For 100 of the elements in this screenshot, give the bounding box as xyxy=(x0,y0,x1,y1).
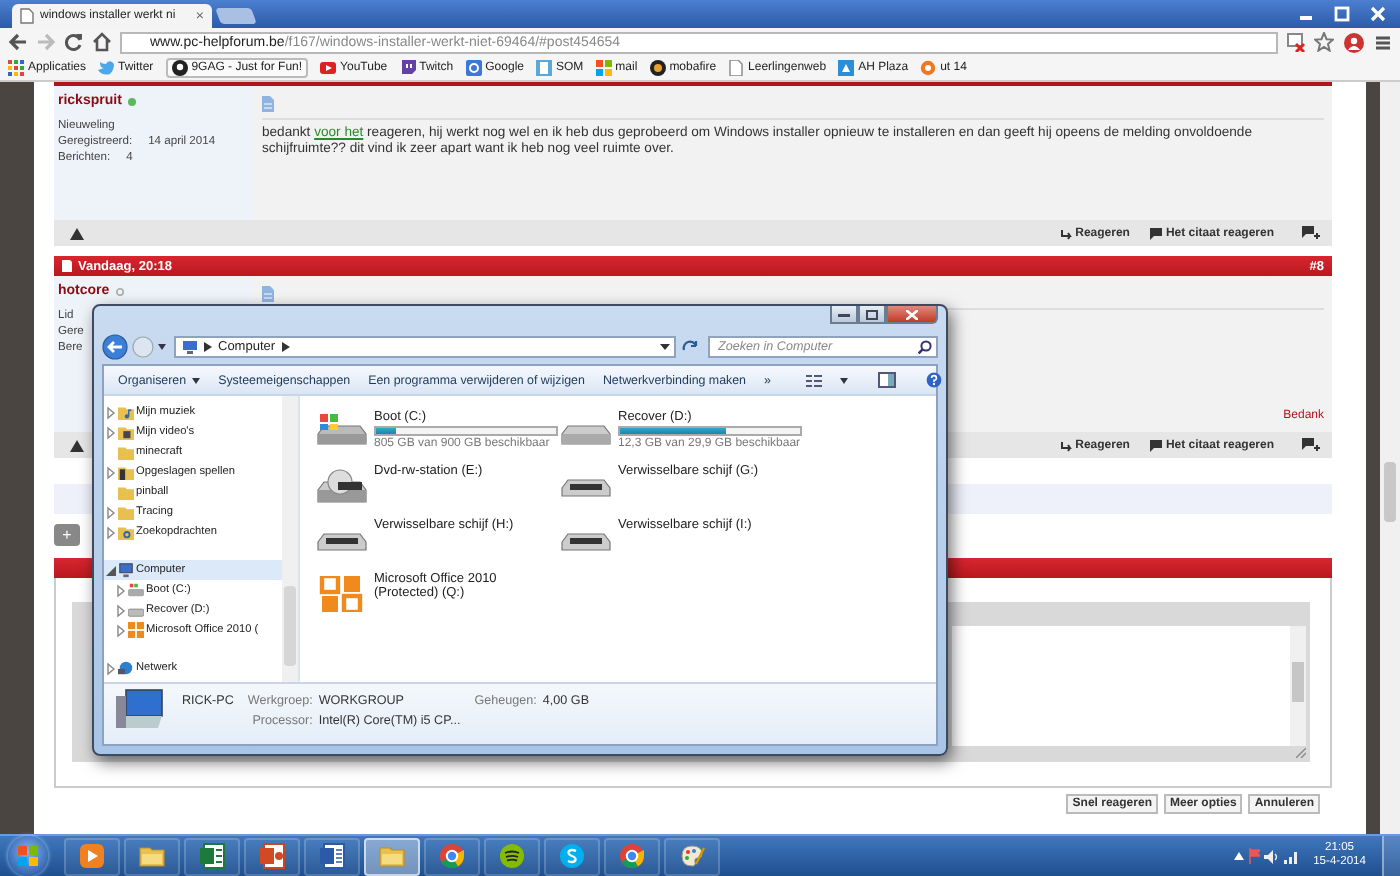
chevron-icon[interactable] xyxy=(204,342,212,352)
preview-pane-icon[interactable] xyxy=(878,372,897,388)
expand-arrow-icon[interactable] xyxy=(116,623,126,637)
document-icon xyxy=(262,96,274,112)
minimize-button[interactable] xyxy=(830,306,858,324)
office-icon xyxy=(128,622,144,638)
document-icon xyxy=(262,286,274,302)
tiles-icon xyxy=(595,60,612,76)
expand-arrow-icon[interactable] xyxy=(106,405,116,419)
browser-icon xyxy=(618,842,646,870)
expand-button[interactable]: + xyxy=(54,523,80,545)
round-logo-icon xyxy=(649,60,666,76)
expand-arrow-icon[interactable] xyxy=(106,465,116,479)
speech-bubble-icon xyxy=(1149,439,1162,451)
spreadsheet-icon xyxy=(198,842,226,870)
taskbar-button[interactable] xyxy=(364,837,420,875)
taskbar-button[interactable] xyxy=(64,837,120,875)
sound-waves-icon xyxy=(498,842,526,870)
taskbar-button[interactable] xyxy=(484,837,540,875)
maximize-icon[interactable] xyxy=(1332,6,1352,22)
music-folder-icon xyxy=(118,404,134,420)
reply-arrow-icon xyxy=(1059,439,1072,451)
maximize-icon xyxy=(866,309,878,319)
expand-arrow-icon[interactable] xyxy=(106,505,116,519)
chevron-icon[interactable] xyxy=(281,342,290,352)
close-button[interactable] xyxy=(886,306,938,324)
bird-icon xyxy=(98,60,115,76)
drive-icon xyxy=(128,582,144,598)
signal-bars-icon[interactable] xyxy=(1283,849,1298,863)
computer-icon xyxy=(182,340,198,354)
scrollbar[interactable] xyxy=(282,396,298,682)
taskbar-button[interactable] xyxy=(304,837,360,875)
browser-icon xyxy=(438,842,466,870)
quote-plus-icon[interactable] xyxy=(1302,226,1320,240)
page-scrollbar[interactable] xyxy=(1380,82,1400,834)
menu-icon[interactable] xyxy=(1374,33,1392,51)
taskbar-button[interactable] xyxy=(244,837,300,875)
taskbar-button[interactable] xyxy=(544,837,600,875)
computer-icon xyxy=(116,688,168,732)
taskbar-button[interactable] xyxy=(664,837,720,875)
expand-arrow-icon[interactable] xyxy=(106,525,116,539)
quote-plus-icon[interactable] xyxy=(1302,438,1320,452)
message-input-field[interactable] xyxy=(952,626,1306,746)
back-button-icon[interactable] xyxy=(102,334,128,360)
chat-icon xyxy=(558,842,586,870)
taskbar-button[interactable] xyxy=(424,837,480,875)
search-icon[interactable] xyxy=(918,340,932,354)
collapse-arrow-icon[interactable] xyxy=(106,563,116,577)
search-folder-icon xyxy=(118,524,134,540)
new-tab-button[interactable] xyxy=(215,8,257,24)
close-icon xyxy=(906,309,918,319)
expand-arrow-icon[interactable] xyxy=(116,583,126,597)
minimize-icon xyxy=(838,310,850,318)
dropdown-caret-icon[interactable] xyxy=(660,344,670,350)
reload-icon[interactable] xyxy=(64,32,84,52)
reply-arrow-icon xyxy=(1059,227,1072,239)
start-button[interactable] xyxy=(8,836,48,876)
dropdown-caret-icon[interactable] xyxy=(158,344,166,350)
warning-icon[interactable] xyxy=(70,439,84,451)
folder-icon xyxy=(138,842,166,870)
video-folder-icon xyxy=(118,424,134,440)
play-icon xyxy=(78,842,106,870)
games-folder-icon xyxy=(118,464,134,480)
blocked-popup-icon[interactable] xyxy=(1286,32,1306,52)
taskbar-button[interactable] xyxy=(604,837,660,875)
taskbar-button[interactable] xyxy=(124,837,180,875)
document-icon xyxy=(318,842,346,870)
profile-badge-icon[interactable] xyxy=(1342,31,1366,53)
speech-bubble-icon xyxy=(1149,227,1162,239)
grid-icon xyxy=(8,60,24,76)
page-icon xyxy=(62,260,72,272)
presentation-icon xyxy=(258,842,286,870)
page-icon xyxy=(20,8,34,24)
hard-drive-icon[interactable] xyxy=(316,414,368,450)
folder-icon xyxy=(118,444,134,460)
resize-grip-icon[interactable] xyxy=(1296,748,1306,758)
expand-arrow-icon[interactable] xyxy=(116,603,126,617)
dvd-drive-icon[interactable] xyxy=(316,468,368,504)
expand-arrow-icon[interactable] xyxy=(106,661,116,675)
speaker-icon[interactable] xyxy=(1263,849,1280,863)
windows-logo-icon xyxy=(18,846,38,866)
taskbar-button[interactable] xyxy=(184,837,240,875)
maximize-button[interactable] xyxy=(858,306,886,324)
help-icon[interactable] xyxy=(926,372,943,388)
show-hidden-icons-icon[interactable] xyxy=(1233,852,1244,860)
back-arrow-icon[interactable] xyxy=(8,32,28,52)
home-icon[interactable] xyxy=(92,32,112,52)
computer-icon xyxy=(118,562,134,578)
folder-icon xyxy=(378,842,406,870)
warning-icon[interactable] xyxy=(70,227,84,239)
star-icon[interactable] xyxy=(1314,32,1334,52)
close-icon[interactable] xyxy=(1368,6,1388,22)
palette-icon xyxy=(678,842,706,870)
dropdown-caret-icon[interactable] xyxy=(840,377,849,383)
drive-icon xyxy=(128,602,144,618)
show-desktop-button[interactable] xyxy=(1382,835,1400,876)
scrollbar[interactable] xyxy=(1290,626,1306,746)
view-options-icon[interactable] xyxy=(806,373,823,387)
expand-arrow-icon[interactable] xyxy=(106,425,116,439)
network-icon xyxy=(118,660,134,676)
